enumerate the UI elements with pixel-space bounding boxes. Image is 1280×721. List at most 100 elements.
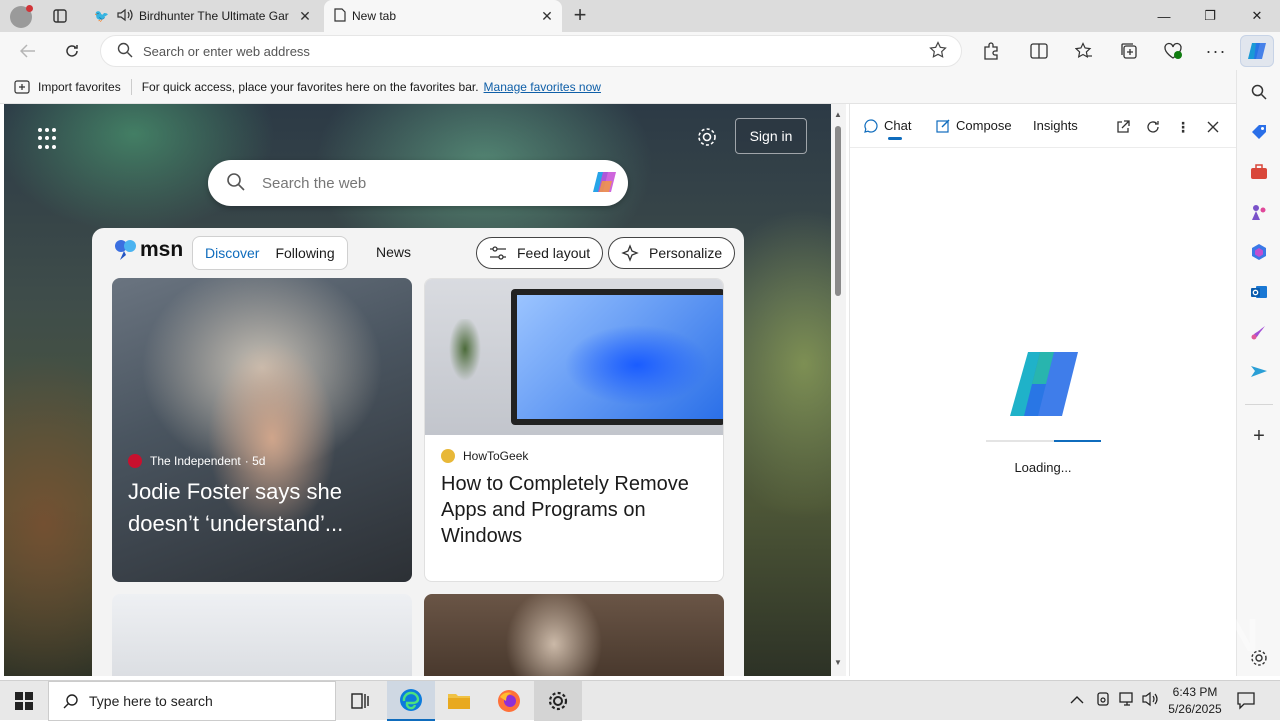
tab-close-button[interactable]: ✕ [538, 8, 556, 25]
network-icon[interactable] [1118, 691, 1136, 710]
search-icon [63, 694, 78, 709]
refresh-button[interactable] [58, 38, 86, 64]
scroll-down-arrow-icon[interactable]: ▼ [834, 658, 842, 667]
minimize-button[interactable]: — [1141, 0, 1187, 32]
more-options-icon[interactable]: ⋮ [1172, 116, 1194, 138]
task-view-icon[interactable] [336, 681, 384, 721]
tab-insights-label: Insights [1033, 118, 1078, 133]
tab-chat[interactable]: Chat [864, 118, 912, 140]
page-scrollbar[interactable]: ▲ ▼ [831, 104, 846, 676]
open-in-new-tab-icon[interactable] [1112, 116, 1134, 138]
profile-avatar[interactable] [10, 5, 33, 28]
notification-dot [26, 5, 33, 12]
msn-logo[interactable]: msn [114, 238, 183, 262]
copilot-icon[interactable] [590, 167, 620, 200]
source-logo-icon [441, 449, 455, 463]
scroll-up-arrow-icon[interactable]: ▲ [834, 110, 842, 119]
edge-taskbar-icon[interactable] [387, 681, 435, 721]
news-card[interactable]: The Independent · 5d Jodie Foster says s… [112, 278, 412, 582]
article-source: The Independent · 5d [128, 454, 265, 468]
tab-compose[interactable]: Compose [936, 118, 1012, 133]
tab-following[interactable]: Following [267, 245, 342, 261]
source-name: The Independent [150, 454, 241, 468]
microsoft-365-icon[interactable] [1247, 240, 1271, 264]
back-button[interactable] [14, 38, 42, 64]
system-clock[interactable]: 6:43 PM 5/26/2025 [1166, 684, 1224, 718]
news-card[interactable] [112, 594, 412, 676]
show-hidden-icons-icon[interactable] [1070, 693, 1084, 708]
tab-birdhunter[interactable]: 🐦 Birdhunter The Ultimate Gar ✕ [86, 0, 320, 32]
page-settings-icon[interactable] [696, 126, 718, 148]
tab-actions-icon[interactable] [50, 7, 70, 25]
favorites-icon[interactable] [1070, 38, 1098, 64]
firefox-icon[interactable] [485, 681, 533, 721]
send-icon[interactable] [1247, 360, 1271, 384]
web-search-box[interactable]: Search the web [208, 160, 628, 206]
app-launcher-icon[interactable] [38, 128, 60, 150]
divider [1245, 404, 1273, 405]
article-headline[interactable]: How to Completely Remove Apps and Progra… [441, 471, 711, 549]
tab-title: New tab [352, 9, 397, 23]
news-card[interactable] [424, 594, 724, 676]
favorite-star-icon[interactable] [929, 40, 947, 62]
tab-discover[interactable]: Discover [197, 245, 267, 261]
source-logo-icon [128, 454, 142, 468]
news-card[interactable]: HowToGeek How to Completely Remove Apps … [424, 278, 724, 582]
tab-new-tab[interactable]: New tab ✕ [324, 0, 562, 32]
taskbar: Type here to search 6:43 PM 5/26/2025 [0, 680, 1280, 721]
search-placeholder: Search the web [262, 174, 367, 192]
taskbar-search-placeholder: Type here to search [89, 693, 213, 709]
active-tab-indicator [888, 137, 902, 140]
scrollbar-thumb[interactable] [835, 126, 841, 296]
volume-icon[interactable] [1142, 691, 1160, 710]
tab-strip: 🐦 Birdhunter The Ultimate Gar ✕ New tab … [0, 0, 1280, 32]
settings-app-icon[interactable] [534, 681, 582, 721]
new-tab-page: Sign in Search the web msn Discover Foll… [4, 104, 831, 676]
address-bar[interactable]: Search or enter web address [100, 35, 962, 67]
copilot-button[interactable] [1240, 35, 1274, 67]
sign-in-button[interactable]: Sign in [735, 118, 807, 154]
more-options-icon[interactable]: ··· [1202, 38, 1230, 64]
divider [130, 78, 132, 95]
tab-chat-label: Chat [884, 118, 912, 133]
refresh-icon[interactable] [1142, 116, 1164, 138]
tab-close-button[interactable]: ✕ [296, 8, 314, 25]
personalize-button[interactable]: Personalize [608, 237, 736, 269]
close-window-button[interactable]: ✕ [1234, 0, 1280, 32]
copilot-logo-icon [1006, 350, 1082, 421]
file-explorer-icon[interactable] [435, 681, 483, 721]
designer-icon[interactable] [1247, 320, 1271, 344]
search-icon [117, 42, 133, 61]
tools-icon[interactable] [1247, 160, 1271, 184]
collections-icon[interactable] [1115, 38, 1143, 64]
article-headline[interactable]: Jodie Foster says she doesn’t ‘understan… [128, 476, 398, 540]
close-pane-icon[interactable] [1202, 116, 1224, 138]
browser-essentials-icon[interactable] [1159, 38, 1187, 64]
start-button[interactable] [0, 681, 48, 721]
manage-favorites-link[interactable]: Manage favorites now [484, 80, 601, 94]
sparkle-icon [621, 244, 639, 262]
restore-button[interactable]: ❐ [1187, 0, 1233, 32]
watermark: ANY RUN [1038, 609, 1261, 661]
sidebar-search-icon[interactable] [1247, 80, 1271, 104]
split-screen-icon[interactable] [1025, 38, 1053, 64]
outlook-icon[interactable] [1247, 280, 1271, 304]
device-icon[interactable] [1095, 691, 1111, 710]
new-tab-button[interactable]: + [568, 4, 592, 28]
notifications-icon[interactable] [1236, 690, 1256, 713]
tab-insights[interactable]: Insights [1033, 118, 1078, 133]
favorites-bar: Import favorites For quick access, place… [0, 70, 1280, 104]
shopping-tag-icon[interactable] [1247, 120, 1271, 144]
games-icon[interactable] [1247, 200, 1271, 224]
import-favorites-button[interactable]: Import favorites [14, 80, 121, 94]
monitor-screen [517, 295, 723, 419]
audio-playing-icon[interactable] [117, 8, 133, 25]
feed-layout-button[interactable]: Feed layout [476, 237, 604, 269]
article-image [425, 279, 723, 435]
tab-news[interactable]: News [376, 244, 411, 260]
add-app-icon[interactable]: + [1247, 424, 1271, 448]
sliders-icon [490, 246, 506, 260]
extensions-icon[interactable] [977, 38, 1005, 64]
taskbar-search[interactable]: Type here to search [48, 681, 336, 721]
favorites-hint: For quick access, place your favorites h… [141, 79, 479, 94]
